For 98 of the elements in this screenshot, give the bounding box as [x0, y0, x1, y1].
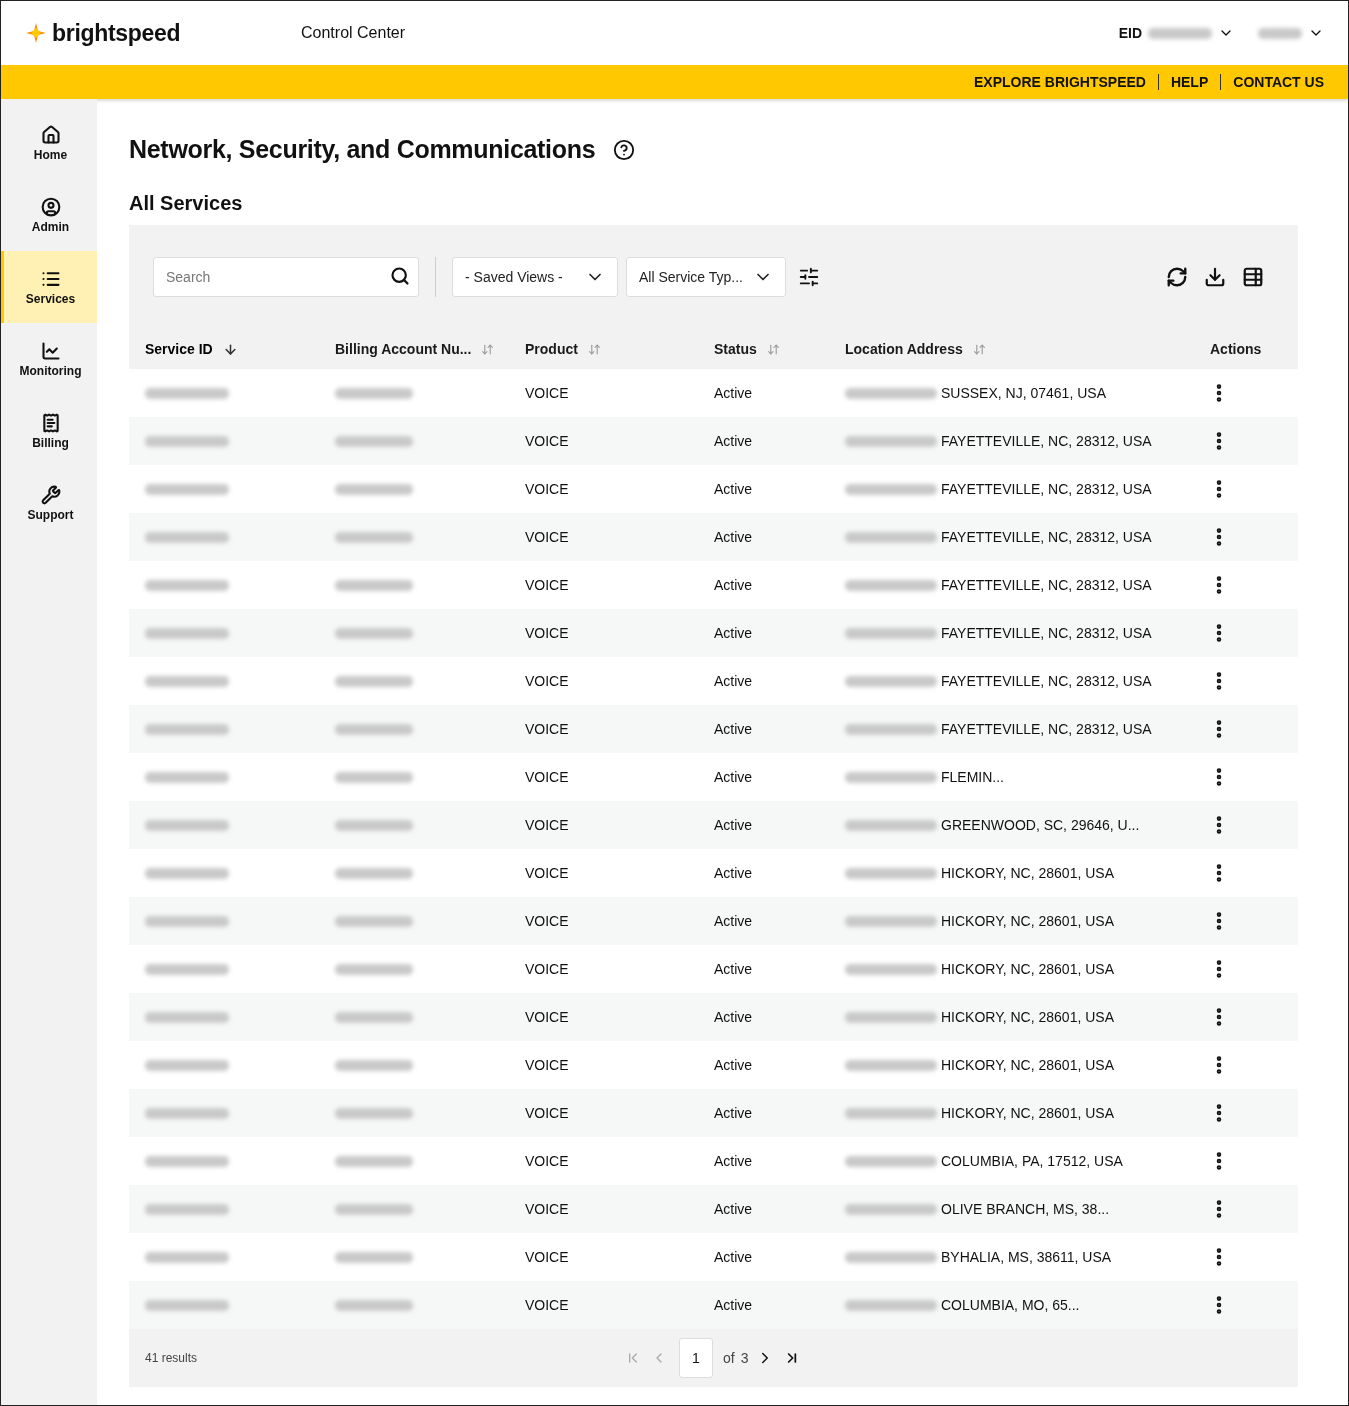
table-cell: VOICE [525, 625, 569, 641]
table-cell: Active [714, 433, 753, 449]
column-header[interactable]: Status [714, 341, 757, 357]
column-header[interactable]: Location Address [845, 341, 963, 357]
table-cell: Active [714, 673, 753, 689]
table-cell: Active [714, 625, 753, 641]
logo-icon [25, 22, 47, 44]
table-cell: Active [714, 385, 753, 401]
table-cell: HICKORY, NC, 28601, USA [941, 1009, 1114, 1025]
table-cell: Active [714, 721, 753, 737]
table-cell: Active [714, 769, 753, 785]
table-cell: HICKORY, NC, 28601, USA [941, 1057, 1114, 1073]
table-cell: VOICE [525, 1201, 569, 1217]
results-count: 41 results [145, 1351, 198, 1365]
page-title: Network, Security, and Communications [129, 135, 596, 164]
column-header[interactable]: Product [525, 341, 578, 357]
app-title: Control Center [301, 24, 406, 42]
table-cell: FAYETTEVILLE, NC, 28312, USA [941, 625, 1152, 641]
line-chart-icon [40, 340, 61, 361]
table-cell: VOICE [525, 721, 569, 737]
user-icon [40, 196, 61, 217]
table-cell: VOICE [525, 433, 569, 449]
table-cell: FAYETTEVILLE, NC, 28312, USA [941, 481, 1152, 497]
table-cell: VOICE [525, 1249, 569, 1265]
table-cell: Active [714, 865, 753, 881]
table-cell: VOICE [525, 865, 569, 881]
redacted-text [1258, 27, 1302, 39]
table-cell: HICKORY, NC, 28601, USA [941, 1105, 1114, 1121]
redacted-text [1148, 27, 1212, 39]
nav-link[interactable]: CONTACT US [1220, 74, 1336, 90]
table-cell: Active [714, 1201, 753, 1217]
table-cell: VOICE [525, 385, 569, 401]
help-icon[interactable] [613, 138, 636, 161]
table-cell: VOICE [525, 577, 569, 593]
table-cell: Active [714, 961, 753, 977]
table-cell: VOICE [525, 817, 569, 833]
table-cell: FAYETTEVILLE, NC, 28312, USA [941, 721, 1152, 737]
table-cell: GREENWOOD, SC, 29646, U... [941, 817, 1140, 833]
sidebar-item[interactable]: Monitoring [1, 323, 97, 395]
sidebar-item[interactable]: Services [1, 251, 97, 323]
table-cell: COLUMBIA, MO, 65... [941, 1297, 1080, 1313]
table-cell: SUSSEX, NJ, 07461, USA [941, 385, 1106, 401]
table-cell: VOICE [525, 529, 569, 545]
column-header[interactable]: Actions [1210, 341, 1262, 357]
table-cell: COLUMBIA, PA, 17512, USA [941, 1153, 1123, 1169]
sidebar-item[interactable]: Home [1, 107, 97, 179]
home-icon [40, 124, 61, 145]
table-cell: Active [714, 913, 753, 929]
table-cell: HICKORY, NC, 28601, USA [941, 865, 1114, 881]
sidebar-item[interactable]: Support [1, 467, 97, 539]
table-cell: Active [714, 817, 753, 833]
column-header[interactable]: Service ID [145, 341, 213, 357]
table-cell: VOICE [525, 1297, 569, 1313]
section-title: All Services [129, 192, 244, 215]
receipt-icon [40, 412, 61, 433]
table-cell: FAYETTEVILLE, NC, 28312, USA [941, 529, 1152, 545]
table-cell: FLEMIN... [941, 769, 1004, 785]
eid-label: EID [1118, 25, 1142, 41]
table-cell: HICKORY, NC, 28601, USA [941, 913, 1114, 929]
sidebar-item[interactable]: Billing [1, 395, 97, 467]
nav-link[interactable]: EXPLORE BRIGHTSPEED [962, 74, 1158, 90]
brand-name: brightspeed [52, 19, 181, 47]
table-cell: Active [714, 1057, 753, 1073]
table-cell: Active [714, 1105, 753, 1121]
table-cell: OLIVE BRANCH, MS, 38... [941, 1201, 1110, 1217]
table-cell: VOICE [525, 1153, 569, 1169]
table-cell: VOICE [525, 913, 569, 929]
table-cell: VOICE [525, 769, 569, 785]
wrench-icon [40, 484, 61, 505]
table-cell: Active [714, 1297, 753, 1313]
table-cell: VOICE [525, 1057, 569, 1073]
table-cell: Active [714, 529, 753, 545]
table-cell: Active [714, 1009, 753, 1025]
table-cell: FAYETTEVILLE, NC, 28312, USA [941, 577, 1152, 593]
table-cell: VOICE [525, 961, 569, 977]
saved-views-dropdown[interactable]: - Saved Views - [452, 257, 618, 297]
table-cell: VOICE [525, 1009, 569, 1025]
table-cell: VOICE [525, 673, 569, 689]
column-header[interactable]: Billing Account Nu... [335, 341, 472, 357]
table-cell: VOICE [525, 481, 569, 497]
service-type-dropdown[interactable]: All Service Typ... [626, 257, 786, 297]
table-cell: Active [714, 481, 753, 497]
page-number-field[interactable]: 1 [679, 1338, 713, 1378]
page-of-label: of [723, 1350, 735, 1366]
nav-link[interactable]: HELP [1157, 74, 1221, 90]
table-cell: BYHALIA, MS, 38611, USA [941, 1249, 1112, 1265]
table-cell: Active [714, 1249, 753, 1265]
table-cell: FAYETTEVILLE, NC, 28312, USA [941, 673, 1152, 689]
table-cell: VOICE [525, 1105, 569, 1121]
sort-descending-icon[interactable] [222, 341, 238, 357]
search-icon[interactable] [390, 266, 410, 286]
sidebar-item[interactable]: Admin [1, 179, 97, 251]
table-cell: FAYETTEVILLE, NC, 28312, USA [941, 433, 1152, 449]
table-cell: Active [714, 1153, 753, 1169]
table-cell: HICKORY, NC, 28601, USA [941, 961, 1114, 977]
search-field[interactable]: Search [153, 257, 419, 297]
page-total: 3 [740, 1350, 749, 1366]
table-cell: Active [714, 577, 753, 593]
